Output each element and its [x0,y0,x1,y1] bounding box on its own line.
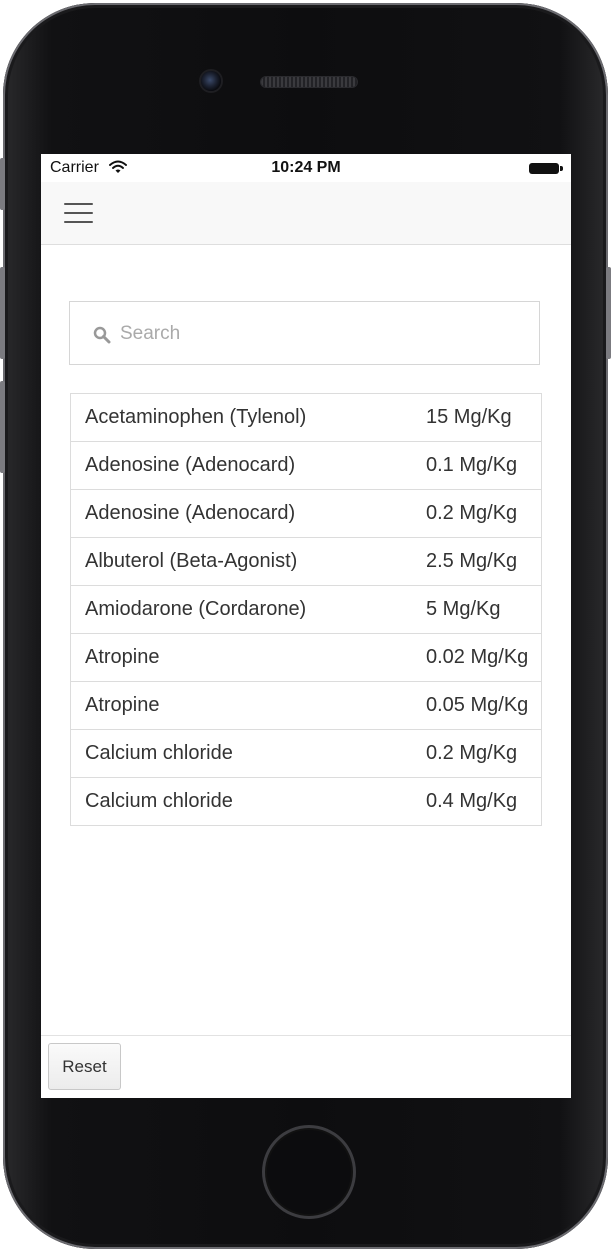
power-button [606,267,611,359]
drug-dose: 0.05 Mg/Kg [414,681,542,730]
table-row[interactable]: Atropine 0.02 Mg/Kg [70,633,542,682]
table-row[interactable]: Acetaminophen (Tylenol) 15 Mg/Kg [70,393,542,442]
menu-bar [64,221,93,223]
battery-icon [529,163,559,174]
drug-dose: 0.2 Mg/Kg [414,729,542,778]
drug-dose-table: Acetaminophen (Tylenol) 15 Mg/Kg Adenosine… [70,393,542,826]
drug-dose: 0.4 Mg/Kg [414,777,542,826]
drug-name: Amiodarone (Cordarone) [70,585,414,634]
drug-dose: 0.1 Mg/Kg [414,441,542,490]
search-icon [93,326,111,344]
search-input[interactable] [118,316,522,352]
navbar [41,182,571,245]
drug-dose: 2.5 Mg/Kg [414,537,542,586]
screen: Carrier 10:24 PM Acetaminophen (Tylenol)… [41,154,571,1098]
status-bar: Carrier 10:24 PM [41,154,571,182]
table-row[interactable]: Calcium chloride 0.2 Mg/Kg [70,729,542,778]
table-row[interactable]: Adenosine (Adenocard) 0.2 Mg/Kg [70,489,542,538]
front-camera [201,71,221,91]
drug-name: Calcium chloride [70,729,414,778]
volume-up-button [0,267,5,359]
home-button[interactable] [262,1125,356,1219]
menu-bar [64,212,93,214]
table-row[interactable]: Adenosine (Adenocard) 0.1 Mg/Kg [70,441,542,490]
menu-bar [64,203,93,205]
drug-name: Adenosine (Adenocard) [70,489,414,538]
drug-name: Albuterol (Beta-Agonist) [70,537,414,586]
table-row[interactable]: Calcium chloride 0.4 Mg/Kg [70,777,542,826]
volume-down-button [0,381,5,473]
drug-dose: 0.2 Mg/Kg [414,489,542,538]
drug-name: Atropine [70,681,414,730]
drug-dose: 5 Mg/Kg [414,585,542,634]
table-row[interactable]: Albuterol (Beta-Agonist) 2.5 Mg/Kg [70,537,542,586]
drug-name: Acetaminophen (Tylenol) [70,393,414,442]
drug-name: Atropine [70,633,414,682]
drug-name: Adenosine (Adenocard) [70,441,414,490]
drug-dose: 0.02 Mg/Kg [414,633,542,682]
table-row[interactable]: Amiodarone (Cordarone) 5 Mg/Kg [70,585,542,634]
status-time: 10:24 PM [271,159,341,176]
battery-tip [560,166,563,171]
table-row[interactable]: Atropine 0.05 Mg/Kg [70,681,542,730]
mute-switch [0,158,5,210]
reset-button[interactable]: Reset [48,1043,121,1090]
hamburger-menu-icon[interactable] [58,198,98,228]
search-box[interactable] [69,301,540,365]
drug-name: Calcium chloride [70,777,414,826]
earpiece-speaker [261,77,357,87]
main-content: Acetaminophen (Tylenol)15 Mg/KgAdenosine… [41,245,571,1035]
drug-dose: 15 Mg/Kg [414,393,542,442]
footer: Reset [41,1035,571,1098]
